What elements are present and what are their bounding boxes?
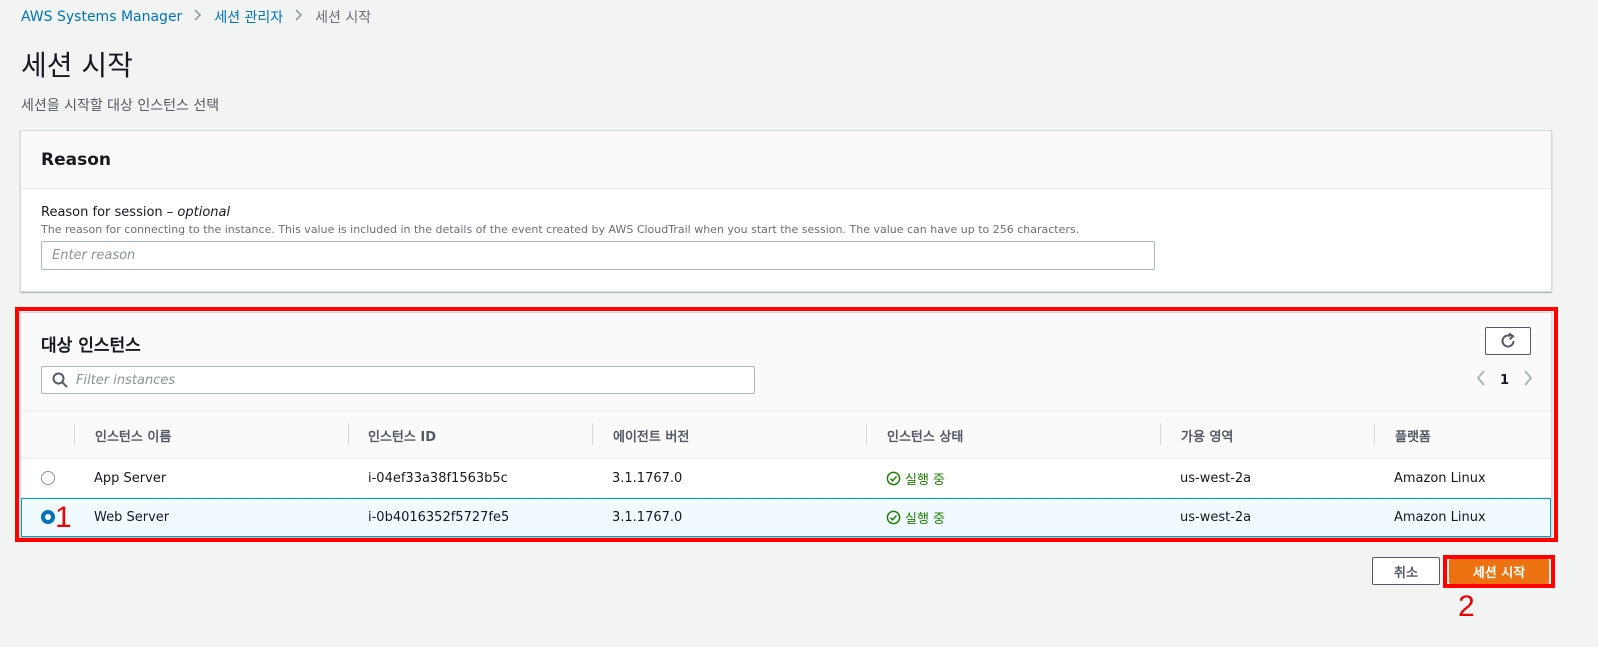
reason-field-help: The reason for connecting to the instanc…	[41, 223, 1080, 236]
breadcrumb-current: 세션 시작	[315, 10, 372, 26]
breadcrumb: AWS Systems Manager 세션 관리자 세션 시작	[21, 7, 371, 27]
reason-panel-header: Reason	[21, 131, 1551, 189]
reason-label-optional: optional	[177, 205, 231, 220]
highlight-box-instances	[15, 307, 1558, 542]
annotation-step-2: 2	[1458, 590, 1475, 623]
chevron-right-icon	[194, 9, 202, 25]
reason-field-label: Reason for session – optional	[41, 205, 1531, 220]
reason-panel: Reason Reason for session – optional The…	[20, 130, 1552, 292]
reason-label-text: Reason for session –	[41, 205, 178, 220]
chevron-right-icon	[295, 9, 303, 25]
breadcrumb-session-manager[interactable]: 세션 관리자	[214, 7, 283, 27]
reason-input[interactable]	[41, 241, 1155, 270]
start-session-button[interactable]: 세션 시작	[1449, 559, 1549, 584]
breadcrumb-systems-manager[interactable]: AWS Systems Manager	[21, 9, 182, 25]
page-title: 세션 시작	[21, 49, 133, 82]
cancel-button[interactable]: 취소	[1372, 557, 1440, 585]
annotation-step-1: 1	[55, 501, 72, 534]
page-description: 세션을 시작할 대상 인스턴스 선택	[21, 98, 220, 114]
reason-panel-title: Reason	[41, 150, 111, 170]
